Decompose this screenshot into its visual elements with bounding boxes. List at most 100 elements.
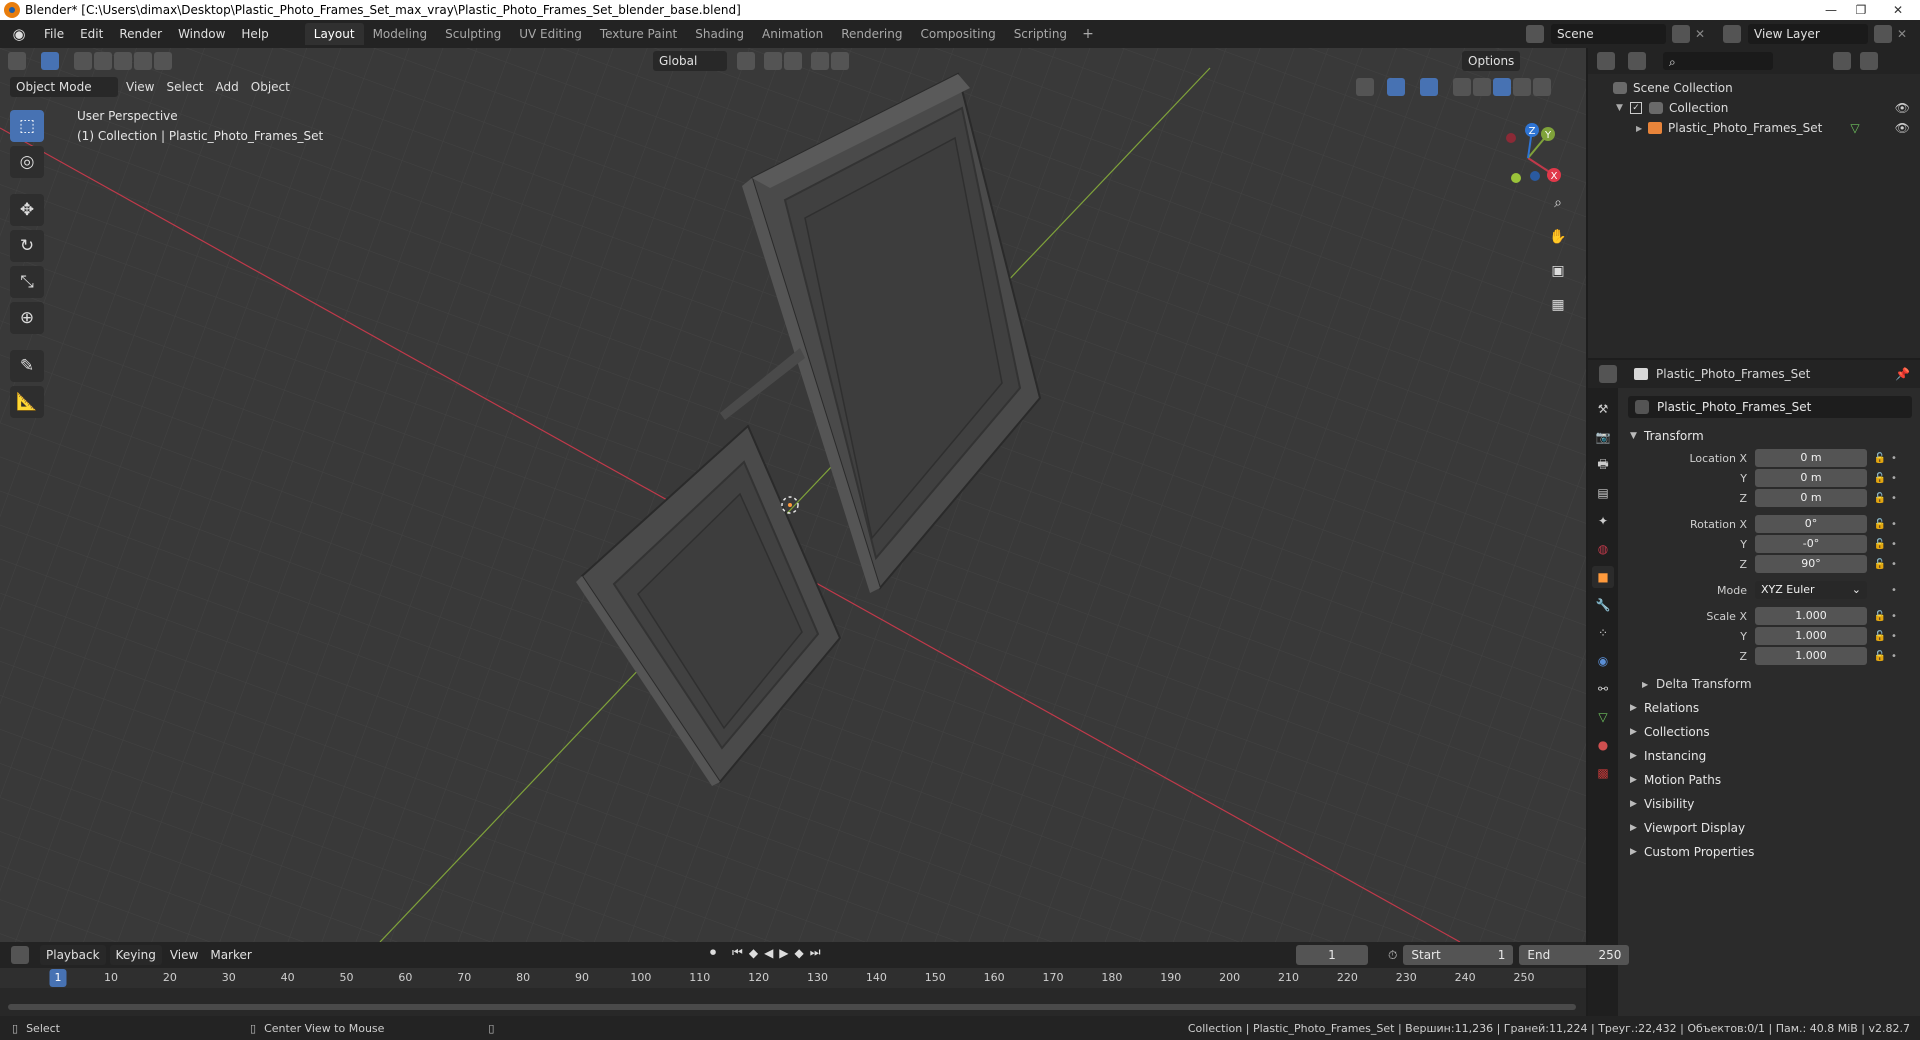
tab-scripting[interactable]: Scripting: [1005, 23, 1076, 45]
collection-eye-icon[interactable]: 👁: [1895, 101, 1910, 115]
expand-arrow-icon[interactable]: ▶: [1636, 124, 1648, 133]
menu-edit[interactable]: Edit: [72, 23, 111, 45]
overlays-toggle-icon[interactable]: [1419, 78, 1438, 96]
annotate-icon[interactable]: ✎: [10, 350, 44, 382]
material-tab-icon[interactable]: ●: [1592, 734, 1614, 756]
transform-icon[interactable]: ⊕: [10, 302, 44, 334]
custom-properties-panel[interactable]: ▶ Custom Properties: [1620, 840, 1920, 864]
keyframe-dot-icon[interactable]: •: [1889, 493, 1899, 504]
move-icon[interactable]: ✥: [10, 194, 44, 226]
constraints-tab-icon[interactable]: ⚯: [1592, 678, 1614, 700]
tab-compositing[interactable]: Compositing: [911, 23, 1004, 45]
physics-tab-icon[interactable]: ◉: [1592, 650, 1614, 672]
pin-icon[interactable]: 📌: [1895, 367, 1910, 381]
tab-modeling[interactable]: Modeling: [364, 23, 437, 45]
tab-rendering[interactable]: Rendering: [832, 23, 911, 45]
object-tab-icon[interactable]: ■: [1592, 566, 1614, 588]
zoom-icon[interactable]: ⌕: [1545, 190, 1571, 216]
lock-icon[interactable]: 🔓: [1871, 559, 1889, 570]
pivot-point-icon[interactable]: [737, 52, 755, 70]
close-button[interactable]: ✕: [1876, 0, 1920, 20]
scale-z-field[interactable]: 1.000: [1755, 647, 1867, 665]
timeline-scrollbar[interactable]: [8, 1004, 1576, 1010]
viewport-menu-add[interactable]: Add: [210, 77, 245, 97]
lock-icon[interactable]: 🔓: [1871, 453, 1889, 464]
blender-menu-icon[interactable]: ◉: [10, 25, 28, 43]
lock-icon[interactable]: 🔓: [1871, 473, 1889, 484]
keyframe-dot-icon[interactable]: •: [1889, 631, 1899, 642]
play-reverse-icon[interactable]: ◀: [764, 946, 773, 960]
new-collection-icon[interactable]: [1860, 52, 1878, 70]
outliner-search-input[interactable]: ⌕: [1663, 52, 1773, 70]
viewport-menu-object[interactable]: Object: [245, 77, 296, 97]
cursor-icon[interactable]: ◎: [10, 146, 44, 178]
outliner-collection[interactable]: ▼ ✓ Collection 👁: [1588, 98, 1920, 118]
keyframe-dot-icon[interactable]: •: [1889, 611, 1899, 622]
timeline-track[interactable]: [0, 988, 1586, 1016]
scene-name[interactable]: Scene: [1551, 24, 1666, 44]
menu-render[interactable]: Render: [111, 23, 170, 45]
viewport-menu-view[interactable]: View: [120, 77, 160, 97]
select-intersect-mode-icon[interactable]: [154, 52, 172, 70]
keying-menu[interactable]: Keying: [109, 945, 162, 965]
location-x-field[interactable]: 0 m: [1755, 449, 1867, 467]
marker-menu[interactable]: Marker: [204, 945, 257, 965]
scale-x-field[interactable]: 1.000: [1755, 607, 1867, 625]
snap-icon[interactable]: [764, 52, 782, 70]
minimize-button[interactable]: —: [1816, 0, 1846, 20]
output-tab-icon[interactable]: 🖶: [1592, 454, 1614, 476]
data-tab-icon[interactable]: ▽: [1592, 706, 1614, 728]
lock-icon[interactable]: 🔓: [1871, 611, 1889, 622]
tab-shading[interactable]: Shading: [686, 23, 753, 45]
xray-toggle-icon[interactable]: [1452, 78, 1471, 96]
view-layer-name[interactable]: View Layer: [1748, 24, 1868, 44]
outliner-editor-icon[interactable]: [1597, 52, 1615, 70]
lock-icon[interactable]: 🔓: [1871, 651, 1889, 662]
snap-target-icon[interactable]: [784, 52, 802, 70]
keyframe-dot-icon[interactable]: •: [1889, 559, 1899, 570]
outliner-object[interactable]: ▶ Plastic_Photo_Frames_Set ▽ 👁: [1588, 118, 1920, 138]
keyframe-dot-icon[interactable]: •: [1889, 473, 1899, 484]
transform-orientation-dropdown[interactable]: Global: [653, 51, 727, 71]
select-subtract-mode-icon[interactable]: [114, 52, 132, 70]
solid-shading-icon[interactable]: [1492, 78, 1511, 96]
rotation-mode-dropdown[interactable]: XYZ Euler ⌄: [1755, 581, 1867, 599]
play-icon[interactable]: ▶: [779, 946, 788, 960]
navigation-gizmo[interactable]: X Y Z: [1488, 118, 1568, 198]
scene-tab-icon[interactable]: ✦: [1592, 510, 1614, 532]
timeline-editor-icon[interactable]: [11, 946, 29, 964]
select-tool-icon[interactable]: [41, 52, 59, 70]
editor-type-icon[interactable]: [8, 52, 26, 70]
add-workspace-button[interactable]: +: [1076, 26, 1100, 42]
delta-transform-panel[interactable]: ▶ Delta Transform: [1620, 672, 1920, 696]
new-view-layer-icon[interactable]: [1874, 25, 1892, 43]
options-dropdown[interactable]: Options: [1462, 51, 1521, 71]
timeline-view-menu[interactable]: View: [164, 945, 204, 965]
select-box-mode-icon[interactable]: [74, 52, 92, 70]
scene-selector[interactable]: Scene ✕: [1525, 23, 1710, 45]
filter-icon[interactable]: [1833, 52, 1851, 70]
select-box-icon[interactable]: ⬚: [10, 110, 44, 142]
view-layer-tab-icon[interactable]: ▤: [1592, 482, 1614, 504]
visibility-icon[interactable]: [1355, 78, 1374, 96]
prev-keyframe-icon[interactable]: ◆: [749, 946, 758, 960]
view-layer-selector[interactable]: View Layer ✕: [1722, 23, 1912, 45]
transform-panel-header[interactable]: ▼ Transform: [1620, 424, 1920, 448]
proportional-edit-icon[interactable]: [811, 52, 829, 70]
collection-checkbox[interactable]: ✓: [1630, 102, 1642, 114]
texture-tab-icon[interactable]: ▩: [1592, 762, 1614, 784]
current-frame-field[interactable]: 1: [1296, 945, 1368, 965]
scale-icon[interactable]: ⤡: [10, 266, 44, 298]
viewport-display-panel[interactable]: ▶ Viewport Display: [1620, 816, 1920, 840]
keyframe-dot-icon[interactable]: •: [1889, 453, 1899, 464]
tool-tab-icon[interactable]: ⚒: [1592, 398, 1614, 420]
world-tab-icon[interactable]: ◍: [1592, 538, 1614, 560]
scale-y-field[interactable]: 1.000: [1755, 627, 1867, 645]
lock-icon[interactable]: 🔓: [1871, 631, 1889, 642]
menu-help[interactable]: Help: [233, 23, 276, 45]
object-mode-dropdown[interactable]: Object Mode: [10, 77, 118, 97]
tab-texture-paint[interactable]: Texture Paint: [591, 23, 686, 45]
next-keyframe-icon[interactable]: ◆: [795, 946, 804, 960]
timeline-ruler[interactable]: 1 10 20 30 40 50 60 70 80 90 100 110 120 130 140 150 160…: [0, 968, 1586, 988]
instancing-panel[interactable]: ▶ Instancing: [1620, 744, 1920, 768]
